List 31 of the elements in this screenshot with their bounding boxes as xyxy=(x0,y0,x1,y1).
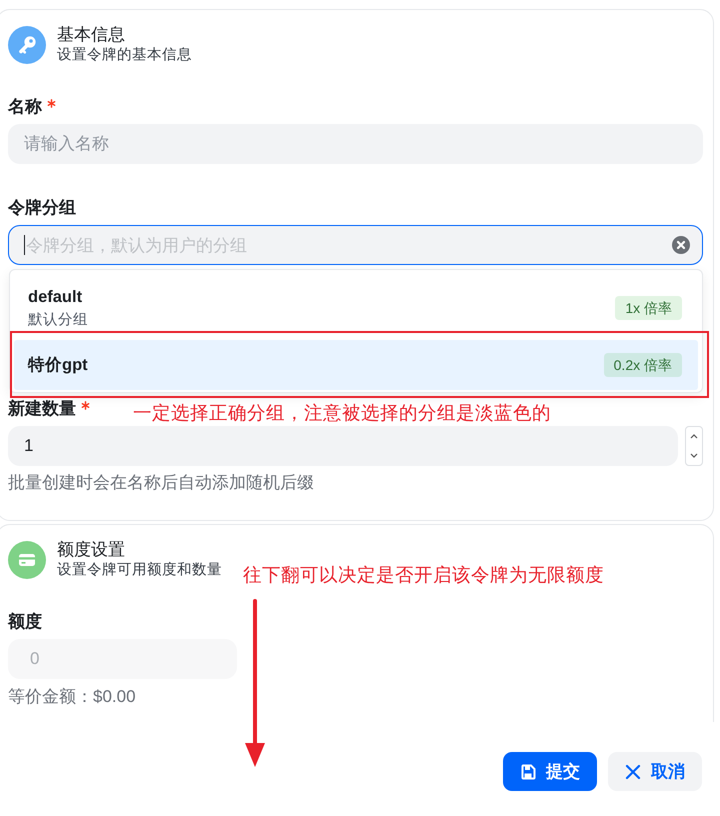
card-icon xyxy=(8,540,46,578)
dropdown-option[interactable]: 特价gpt 0.2x 倍率 xyxy=(14,340,698,390)
dropdown-option[interactable]: default 默认分组 1x 倍率 xyxy=(14,274,698,340)
section-title: 基本信息 xyxy=(57,24,126,45)
annotation-note: 往下翻可以决定是否开启该令牌为无限额度 xyxy=(243,564,604,586)
name-input[interactable]: 请输入名称 xyxy=(8,124,703,164)
section-title: 额度设置 xyxy=(57,539,126,560)
field-label: 名称 xyxy=(8,96,42,118)
text-cursor-icon xyxy=(24,235,25,255)
cancel-button[interactable]: 取消 xyxy=(608,752,702,791)
field-label: 额度 xyxy=(8,611,42,633)
chevron-down-icon xyxy=(690,453,698,458)
clear-icon[interactable] xyxy=(672,236,690,254)
section-subtitle: 设置令牌可用额度和数量 xyxy=(57,560,222,580)
ratio-tag: 0.2x 倍率 xyxy=(604,353,682,377)
key-icon xyxy=(8,26,46,64)
equivalent-amount: 等价金额：$0.00 xyxy=(8,687,136,707)
save-icon xyxy=(520,764,536,780)
section-subtitle: 设置令牌的基本信息 xyxy=(57,46,192,65)
ratio-tag: 1x 倍率 xyxy=(615,296,682,320)
quantity-input[interactable]: 1 xyxy=(8,426,678,466)
close-icon xyxy=(625,764,641,780)
option-description: 默认分组 xyxy=(28,311,88,330)
field-label: 新建数量 xyxy=(8,398,76,420)
field-label: 令牌分组 xyxy=(8,197,76,219)
annotation-note: 一定选择正确分组，注意被选择的分组是淡蓝色的 xyxy=(133,402,551,424)
chevron-up-icon xyxy=(690,434,698,439)
submit-button[interactable]: 提交 xyxy=(503,752,597,791)
help-text: 批量创建时会在名称后自动添加随机后缀 xyxy=(8,473,314,493)
option-name: 特价gpt xyxy=(28,355,88,376)
option-name: default xyxy=(28,287,82,308)
